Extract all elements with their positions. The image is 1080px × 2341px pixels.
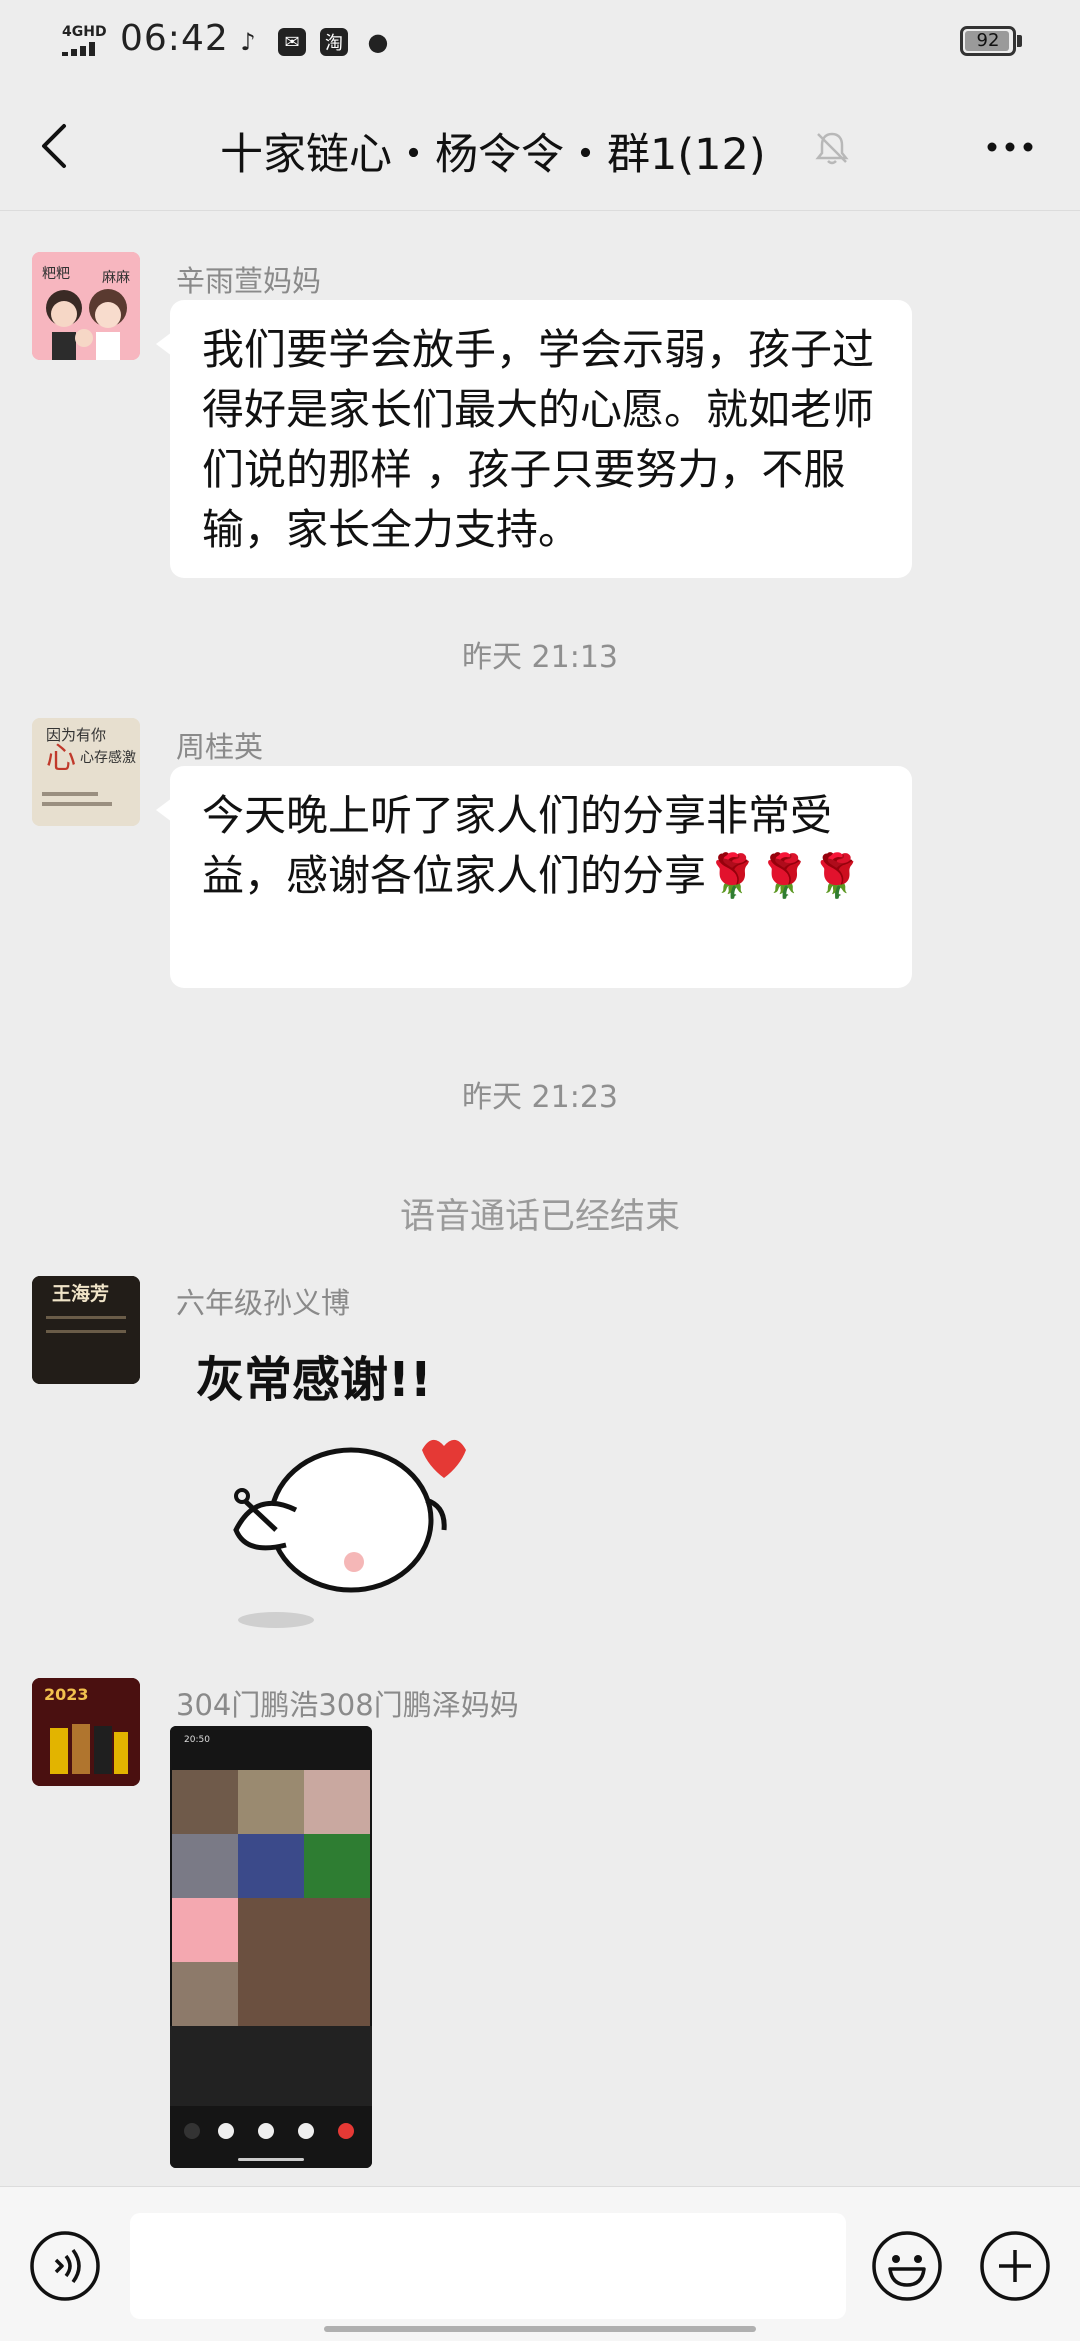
input-bar — [0, 2186, 1080, 2341]
message-bubble[interactable]: 今天晚上听了家人们的分享非常受益，感谢各位家人们的分享🌹🌹🌹 — [156, 766, 912, 988]
chat-icon: ● — [367, 28, 389, 56]
back-button[interactable] — [26, 114, 86, 178]
avatar-text: 麻麻 — [102, 270, 130, 286]
sticker-image[interactable]: 灰常感谢!! — [176, 1340, 506, 1630]
svg-text:心存感激: 心存感激 — [80, 749, 136, 766]
signal-icon — [62, 42, 95, 56]
sender-name: 304门鹏浩308门鹏泽妈妈 — [176, 1688, 519, 1722]
emoji-button[interactable] — [870, 2229, 944, 2303]
battery-level: 92 — [976, 30, 1000, 51]
shared-screenshot-image[interactable]: 20:50 — [170, 1726, 372, 2168]
taobao-icon: 淘 — [320, 28, 348, 56]
more-options-button[interactable] — [970, 122, 1050, 172]
clock: 06:42 — [120, 18, 229, 59]
avatar-text: 粑粑 — [42, 266, 70, 282]
network-type: 4GHD — [62, 24, 107, 40]
battery-icon: 92 — [960, 26, 1016, 56]
timestamp: 昨天 21:13 — [462, 640, 618, 675]
more-input-button[interactable] — [978, 2229, 1052, 2303]
system-message: 语音通话已经结束 — [399, 1197, 680, 1237]
mail-icon: ✉ — [278, 28, 306, 56]
svg-text:王海芳: 王海芳 — [52, 1282, 109, 1305]
message-input[interactable] — [130, 2213, 846, 2319]
sender-name: 周桂英 — [176, 730, 264, 764]
avatar[interactable]: 因为有你 心 心存感激 — [32, 718, 140, 826]
status-bar: 4GHD 06:42 ♪ ✉ 淘 ● 92 — [0, 0, 1080, 84]
avatar[interactable]: 王海芳 — [32, 1276, 140, 1384]
sender-name: 辛雨萱妈妈 — [176, 264, 322, 298]
chat-title: 十家链心・杨令令・群1(12) — [220, 130, 766, 180]
home-indicator[interactable] — [324, 2326, 756, 2332]
tiktok-icon: ♪ — [240, 28, 256, 56]
avatar[interactable]: 2023 — [32, 1678, 140, 1786]
sender-name: 六年级孙义博 — [176, 1286, 351, 1320]
mute-bell-icon — [815, 132, 849, 165]
voice-input-button[interactable] — [28, 2229, 102, 2303]
avatar[interactable]: 粑粑 麻麻 — [32, 252, 140, 360]
message-bubble[interactable]: 我们要学会放手，学会示弱，孩子过得好是家长们最大的心愿。就如老师们说的那样 ，孩… — [156, 300, 912, 578]
svg-text:2023: 2023 — [44, 1685, 89, 1704]
sticker-text: 灰常感谢!! — [196, 1352, 432, 1408]
chat-header: 十家链心・杨令令・群1(12) — [0, 84, 1080, 211]
screenshot-time: 20:50 — [184, 1735, 210, 1745]
svg-text:心: 心 — [46, 741, 76, 776]
timestamp: 昨天 21:23 — [462, 1080, 618, 1115]
